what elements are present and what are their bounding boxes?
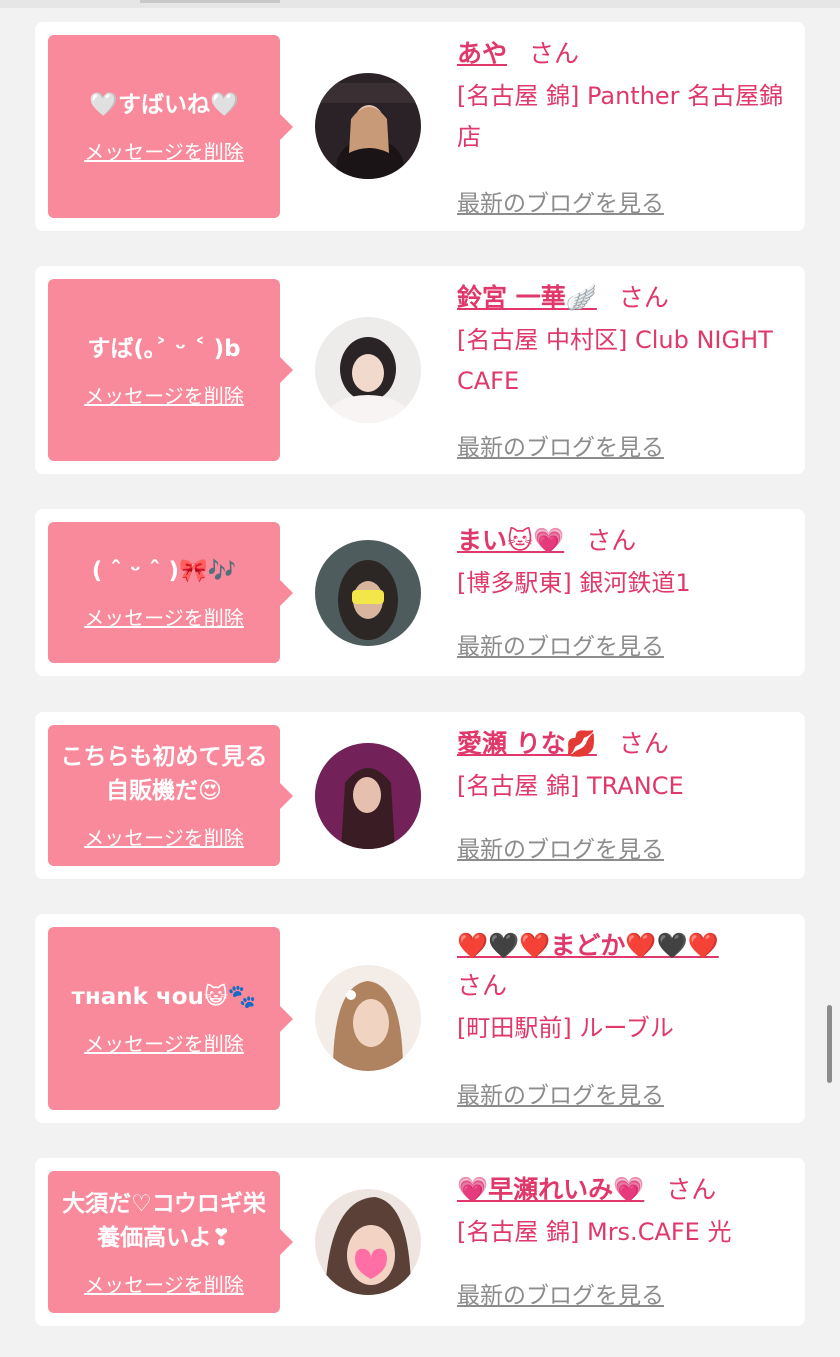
latest-blog-link[interactable]: 最新のブログを見る <box>457 184 664 218</box>
member-name-link[interactable]: あや <box>457 39 507 68</box>
avatar[interactable] <box>315 965 421 1071</box>
delete-message-link[interactable]: メッセージを削除 <box>84 822 244 851</box>
avatar[interactable] <box>315 317 421 423</box>
message-bubble: 大須だ♡コウロギ栄養価高いよ❣ メッセージを削除 <box>48 1171 293 1313</box>
message-bubble: 🤍すばいね🤍 メッセージを削除 <box>48 35 293 218</box>
member-name-link[interactable]: 鈴宮 一華🪽 <box>457 283 597 312</box>
message-text: ( ˆ ᵕ ˆ )🎀🎶 <box>91 558 237 584</box>
message-card: 大須だ♡コウロギ栄養価高いよ❣ メッセージを削除 💗早瀬れいみ💗 さん [名古屋 … <box>35 1158 805 1326</box>
avatar-photo-icon <box>315 540 421 646</box>
shop-info: [町田駅前] ルーブル <box>457 1014 674 1042</box>
member-name-link[interactable]: 💗早瀬れいみ💗 <box>457 1175 644 1204</box>
latest-blog-link[interactable]: 最新のブログを見る <box>457 1076 664 1110</box>
message-text: тнank чou😺🐾 <box>71 984 257 1010</box>
scrollbar[interactable] <box>827 1005 832 1083</box>
shop-info: [名古屋 中村区] Club NIGHT CAFE <box>457 326 773 395</box>
message-bubble: こちらも初めて見る自販機だ😍 メッセージを削除 <box>48 725 293 866</box>
member-info: 鈴宮 一華🪽 さん [名古屋 中村区] Club NIGHT CAFE <box>457 278 797 402</box>
latest-blog-link[interactable]: 最新のブログを見る <box>457 428 664 462</box>
member-info: 愛瀬 りな💋 さん [名古屋 錦] TRANCE <box>457 724 797 807</box>
member-info: あや さん [名古屋 錦] Panther 名古屋錦店 <box>457 34 797 158</box>
delete-message-link[interactable]: メッセージを削除 <box>84 602 244 631</box>
member-name-link[interactable]: 愛瀬 りな💋 <box>457 729 597 758</box>
message-text: こちらも初めて見る自販機だ😍 <box>60 744 268 804</box>
message-card: すば(｡˃ ᵕ ˂ )b メッセージを削除 鈴宮 一華🪽 さん [名古屋 中村区]… <box>35 266 805 474</box>
shop-info: [名古屋 錦] Panther 名古屋錦店 <box>457 82 784 151</box>
shop-info: [名古屋 錦] TRANCE <box>457 772 684 800</box>
member-info: まい🐱💗 さん [博多駅東] 銀河鉄道1 <box>457 521 797 604</box>
top-strip <box>0 0 840 8</box>
avatar-photo-icon <box>315 965 421 1071</box>
delete-message-link[interactable]: メッセージを削除 <box>84 136 244 165</box>
top-tab-indicator <box>140 0 280 3</box>
latest-blog-link[interactable]: 最新のブログを見る <box>457 830 664 864</box>
avatar-photo-icon <box>315 73 421 179</box>
latest-blog-link[interactable]: 最新のブログを見る <box>457 1276 664 1310</box>
delete-message-link[interactable]: メッセージを削除 <box>84 1269 244 1298</box>
san-suffix: さん <box>666 1175 717 1204</box>
san-suffix: さん <box>618 729 669 758</box>
message-bubble: тнank чou😺🐾 メッセージを削除 <box>48 927 293 1110</box>
avatar[interactable] <box>315 73 421 179</box>
avatar[interactable] <box>315 1189 421 1295</box>
avatar[interactable] <box>315 743 421 849</box>
shop-info: [博多駅東] 銀河鉄道1 <box>457 569 691 597</box>
avatar-photo-icon <box>315 1189 421 1295</box>
member-info: 💗早瀬れいみ💗 さん [名古屋 錦] Mrs.CAFE 光 <box>457 1170 797 1253</box>
delete-message-link[interactable]: メッセージを削除 <box>84 380 244 409</box>
message-bubble: すば(｡˃ ᵕ ˂ )b メッセージを削除 <box>48 279 293 461</box>
latest-blog-link[interactable]: 最新のブログを見る <box>457 627 664 661</box>
shop-info: [名古屋 錦] Mrs.CAFE 光 <box>457 1218 732 1246</box>
message-bubble: ( ˆ ᵕ ˆ )🎀🎶 メッセージを削除 <box>48 522 293 663</box>
message-card: тнank чou😺🐾 メッセージを削除 ❤️🖤❤️まどか❤️🖤❤️ さん [町田… <box>35 914 805 1123</box>
member-name-link[interactable]: ❤️🖤❤️まどか❤️🖤❤️ <box>457 931 719 960</box>
message-text: すば(｡˃ ᵕ ˂ )b <box>87 335 241 362</box>
message-card: ( ˆ ᵕ ˆ )🎀🎶 メッセージを削除 まい🐱💗 さん [博多駅東] 銀河鉄道1… <box>35 509 805 676</box>
san-suffix: さん <box>457 971 508 1000</box>
delete-message-link[interactable]: メッセージを削除 <box>84 1028 244 1057</box>
san-suffix: さん <box>586 526 637 555</box>
member-info: ❤️🖤❤️まどか❤️🖤❤️ さん [町田駅前] ルーブル <box>457 926 797 1049</box>
san-suffix: さん <box>529 39 580 68</box>
message-card: 🤍すばいね🤍 メッセージを削除 あや さん [名古屋 錦] Panther 名古屋… <box>35 22 805 231</box>
avatar-photo-icon <box>315 317 421 423</box>
message-text: 🤍すばいね🤍 <box>89 92 239 118</box>
avatar-photo-icon <box>315 743 421 849</box>
member-name-link[interactable]: まい🐱💗 <box>457 526 564 555</box>
message-text: 大須だ♡コウロギ栄養価高いよ❣ <box>62 1190 266 1251</box>
message-card: こちらも初めて見る自販機だ😍 メッセージを削除 愛瀬 りな💋 さん [名古屋 錦]… <box>35 712 805 879</box>
san-suffix: さん <box>618 283 669 312</box>
avatar[interactable] <box>315 540 421 646</box>
